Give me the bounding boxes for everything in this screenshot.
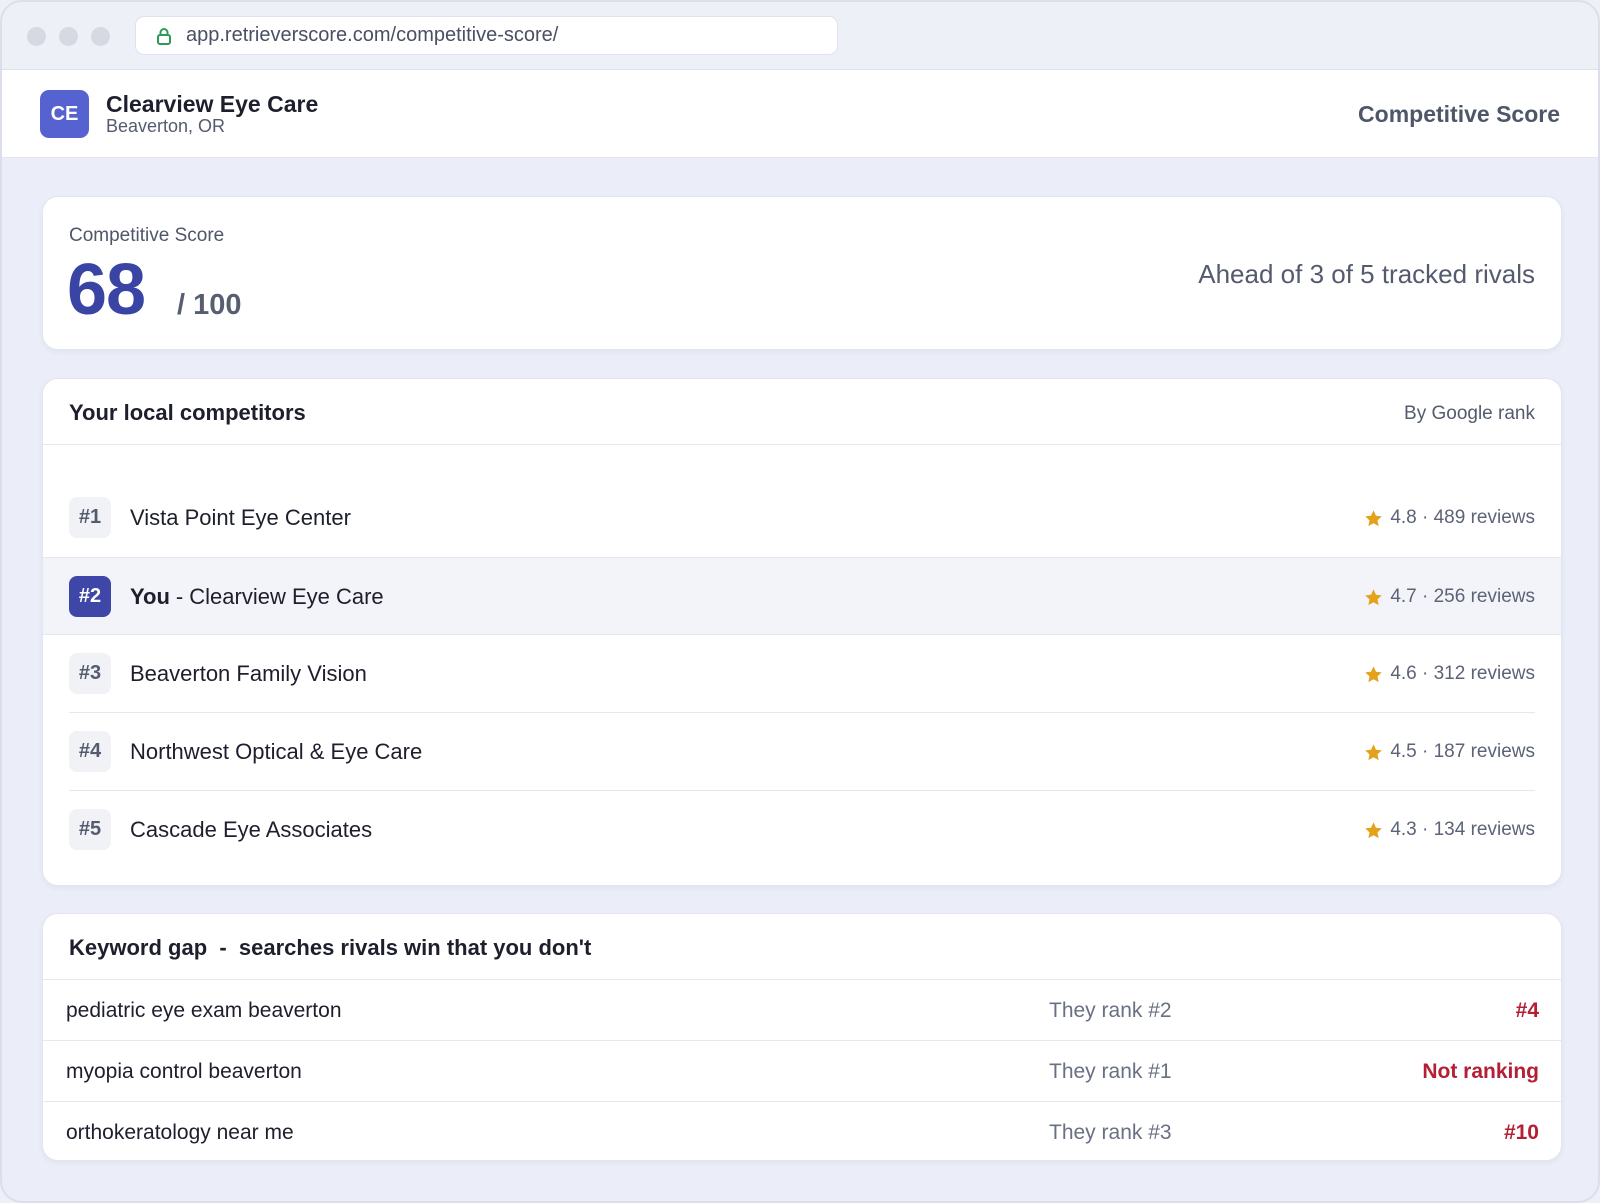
app-header: CE Clearview Eye Care Beaverton, OR Comp…: [2, 70, 1598, 158]
score-label: Competitive Score: [69, 225, 225, 246]
competitor-rating: 4.8 · 489 reviews: [1364, 507, 1535, 529]
competitors-header: Your local competitors By Google rank: [43, 379, 1561, 445]
score-value: 68: [67, 250, 146, 330]
lock-icon: [157, 27, 171, 45]
competitor-row-you[interactable]: #2 You - Clearview Eye Care 4.7 · 256 revi…: [43, 557, 1561, 635]
window-minimize-button[interactable]: [59, 27, 78, 46]
competitor-row[interactable]: #3 Beaverton Family Vision 4.6 · 312 rev…: [43, 635, 1561, 713]
competitor-row[interactable]: #5 Cascade Eye Associates 4.3 · 134 revi…: [43, 791, 1561, 869]
business-name: Clearview Eye Care: [106, 91, 319, 117]
rival-rank: They rank #3: [1049, 1121, 1172, 1144]
keyword-gap-title: Keyword gap - searches rivals win that y…: [69, 935, 592, 960]
star-icon: [1365, 509, 1383, 526]
browser-chrome: app.retrieverscore.com/competitive-score…: [2, 2, 1598, 70]
keyword-row[interactable]: orthokeratology near me They rank #3 #10: [43, 1102, 1561, 1163]
keyword-text: pediatric eye exam beaverton: [66, 999, 342, 1022]
keyword-gap-header: Keyword gap - searches rivals win that y…: [43, 914, 1561, 980]
competitor-name: Northwest Optical & Eye Care: [130, 739, 423, 764]
rating-text: 4.7 · 256 reviews: [1390, 586, 1535, 607]
rank-badge: #1: [69, 497, 111, 538]
competitor-row[interactable]: #1 Vista Point Eye Center 4.8 · 489 revi…: [43, 479, 1561, 557]
rival-rank: They rank #2: [1049, 999, 1172, 1022]
competitors-card: Your local competitors By Google rank #1…: [42, 378, 1562, 886]
sort-label[interactable]: By Google rank: [1404, 403, 1535, 425]
keyword-row[interactable]: myopia control beaverton They rank #1 No…: [43, 1041, 1561, 1102]
rank-badge: #2: [69, 576, 111, 617]
name-separator: -: [175, 584, 184, 609]
rating-text: 4.5 · 187 reviews: [1390, 741, 1535, 762]
keyword-row[interactable]: pediatric eye exam beaverton They rank #…: [43, 980, 1561, 1041]
your-rank: #4: [1515, 999, 1539, 1022]
competitor-rating: 4.7 · 256 reviews: [1364, 586, 1535, 608]
competitor-row[interactable]: #4 Northwest Optical & Eye Care 4.5 · 18…: [43, 713, 1561, 791]
competitor-name: Cascade Eye Associates: [130, 817, 373, 842]
star-icon: [1365, 821, 1383, 838]
rank-badge: #5: [69, 809, 111, 850]
competitor-rating: 4.6 · 312 reviews: [1364, 663, 1535, 685]
competitor-name: Beaverton Family Vision: [130, 661, 367, 686]
star-icon: [1365, 665, 1383, 682]
score-max: / 100: [177, 289, 242, 321]
competitor-list: #1 Vista Point Eye Center 4.8 · 489 revi…: [43, 479, 1561, 869]
rival-rank: They rank #1: [1049, 1060, 1172, 1083]
window-close-button[interactable]: [27, 27, 46, 46]
score-card: Competitive Score 68 / 100 Ahead of 3 of…: [42, 196, 1562, 350]
your-rank: #10: [1503, 1121, 1539, 1144]
keyword-gap-card: Keyword gap - searches rivals win that y…: [42, 913, 1562, 1161]
url-text: app.retrieverscore.com/competitive-score…: [186, 24, 559, 46]
keyword-text: orthokeratology near me: [66, 1121, 294, 1144]
your-business-name: Clearview Eye Care: [189, 584, 384, 609]
page-title: Competitive Score: [1358, 101, 1560, 127]
window-maximize-button[interactable]: [91, 27, 110, 46]
competitor-name: You - Clearview Eye Care: [130, 584, 384, 610]
your-rank: Not ranking: [1422, 1060, 1539, 1083]
score-summary: Ahead of 3 of 5 tracked rivals: [1198, 259, 1535, 289]
you-label: You: [130, 584, 170, 609]
competitor-name: Vista Point Eye Center: [130, 505, 351, 530]
rank-badge: #4: [69, 731, 111, 772]
address-bar[interactable]: app.retrieverscore.com/competitive-score…: [135, 16, 838, 55]
business-location: Beaverton, OR: [106, 116, 226, 136]
rank-badge: #3: [69, 653, 111, 694]
rating-text: 4.3 · 134 reviews: [1390, 819, 1535, 840]
competitor-rating: 4.5 · 187 reviews: [1364, 741, 1535, 763]
rating-text: 4.6 · 312 reviews: [1390, 663, 1535, 684]
rating-text: 4.8 · 489 reviews: [1390, 507, 1535, 528]
star-icon: [1365, 743, 1383, 760]
keyword-text: myopia control beaverton: [66, 1060, 302, 1083]
star-icon: [1365, 588, 1383, 605]
competitors-title: Your local competitors: [69, 400, 306, 425]
business-avatar: CE: [40, 90, 89, 138]
competitor-rating: 4.3 · 134 reviews: [1364, 819, 1535, 841]
browser-window: app.retrieverscore.com/competitive-score…: [0, 0, 1600, 1203]
